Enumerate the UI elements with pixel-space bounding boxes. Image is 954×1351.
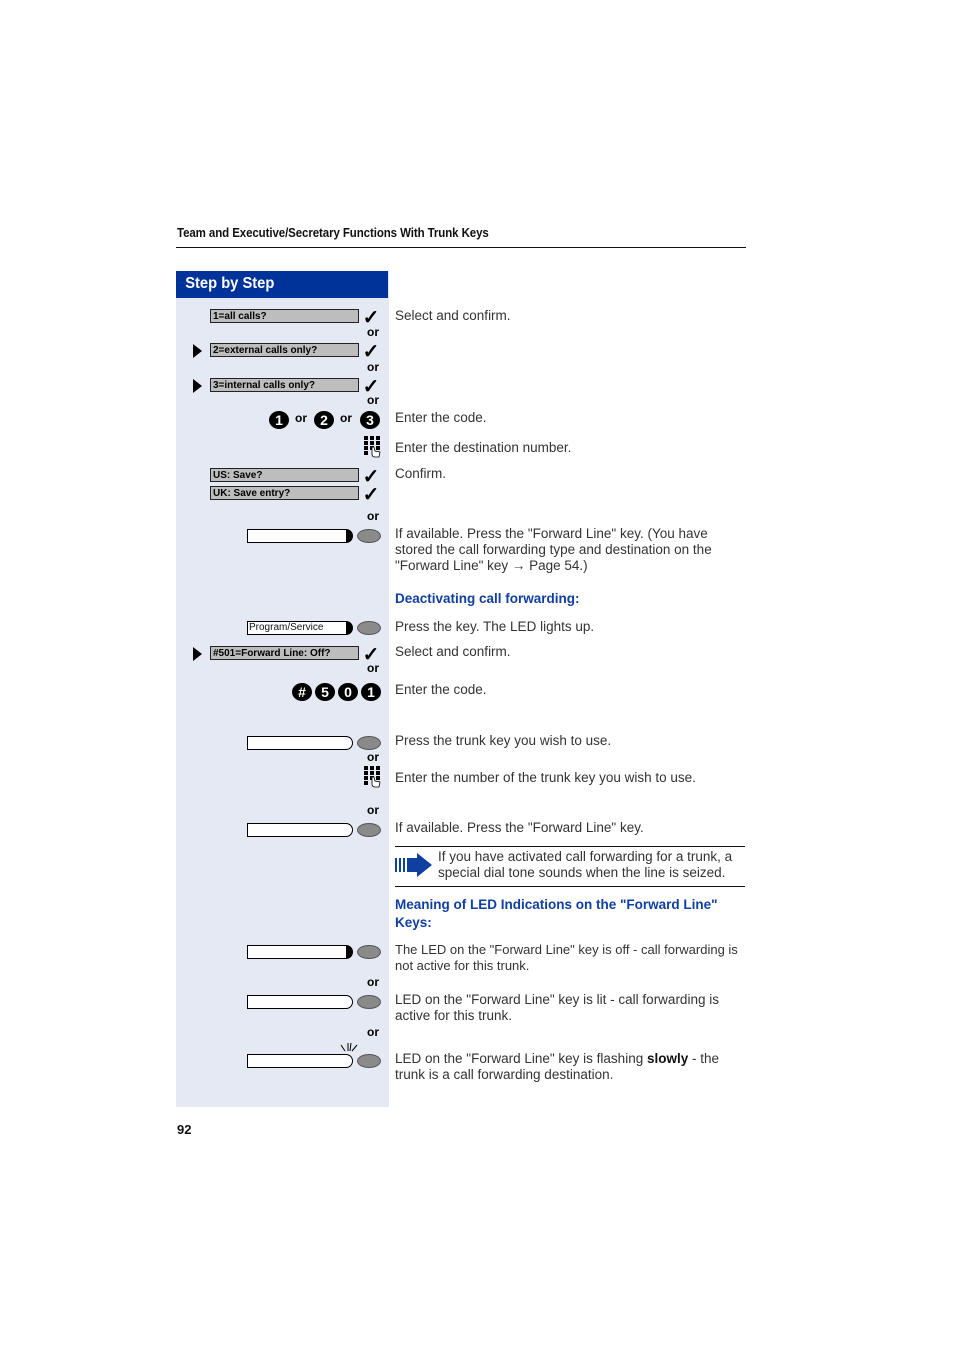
instruction-enter-code: Enter the code. bbox=[395, 410, 487, 425]
led-meaning-heading: Meaning of LED Indications on the "Forwa… bbox=[395, 897, 718, 930]
select-arrow-icon[interactable] bbox=[193, 344, 202, 358]
digit-key-2[interactable]: 2 bbox=[314, 411, 334, 429]
led-flashing-description: LED on the "Forward Line" key is flashin… bbox=[395, 1051, 747, 1083]
section-title: Team and Executive/Secretary Functions W… bbox=[177, 226, 489, 240]
or-label: or bbox=[367, 1025, 379, 1039]
note-bottom-divider bbox=[395, 886, 745, 887]
program-service-label: Program/Service bbox=[249, 622, 324, 633]
instruction-select-confirm-2: Select and confirm. bbox=[395, 644, 511, 659]
led-button-icon[interactable] bbox=[357, 945, 381, 959]
header-divider bbox=[176, 247, 746, 248]
led-flash-emphasis: slowly bbox=[646, 1051, 689, 1066]
forward-line-key[interactable] bbox=[247, 529, 347, 543]
or-label: or bbox=[367, 393, 379, 407]
led-button-icon[interactable] bbox=[357, 823, 381, 837]
instruction-confirm: Confirm. bbox=[395, 466, 447, 481]
or-label: or bbox=[295, 411, 307, 425]
led-lit-description: LED on the "Forward Line" key is lit - c… bbox=[395, 992, 719, 1023]
instruction-forward-line: If available. Press the "Forward Line" k… bbox=[395, 526, 712, 573]
led-button-icon[interactable] bbox=[357, 736, 381, 750]
program-service-key[interactable]: Program/Service bbox=[247, 621, 347, 635]
or-label: or bbox=[367, 360, 379, 374]
checkmark-icon[interactable]: ✓ bbox=[362, 308, 380, 328]
instruction-press-key: Press the key. The LED lights up. bbox=[395, 619, 595, 634]
or-label: or bbox=[340, 411, 352, 425]
note-text: If you have activated call forwarding fo… bbox=[438, 849, 733, 880]
forward-line-key-led-off[interactable] bbox=[247, 945, 347, 959]
digit-key-5[interactable]: 5 bbox=[315, 683, 335, 701]
digit-key-0[interactable]: 0 bbox=[338, 683, 358, 701]
or-label: or bbox=[367, 803, 379, 817]
step-by-step-header: Step by Step bbox=[176, 271, 388, 298]
digit-key-1[interactable]: 1 bbox=[361, 683, 381, 701]
led-flash-text: LED on the "Forward Line" key is flashin… bbox=[395, 1051, 647, 1066]
instruction-enter-code-2: Enter the code. bbox=[395, 682, 487, 697]
note-arrow-icon bbox=[395, 853, 432, 877]
instruction-press-trunk: Press the trunk key you wish to use. bbox=[395, 733, 612, 748]
hash-key[interactable]: # bbox=[292, 683, 312, 701]
checkmark-icon[interactable]: ✓ bbox=[362, 485, 380, 505]
forward-line-key-led-lit[interactable] bbox=[247, 995, 347, 1009]
display-internal-calls[interactable]: 3=internal calls only? bbox=[210, 378, 359, 392]
checkmark-icon[interactable]: ✓ bbox=[362, 342, 380, 362]
forward-line-key-led-flashing[interactable] bbox=[247, 1054, 347, 1068]
deactivating-heading: Deactivating call forwarding: bbox=[395, 591, 580, 606]
led-button-icon[interactable] bbox=[357, 995, 381, 1009]
instruction-enter-trunk-number: Enter the number of the trunk key you wi… bbox=[395, 770, 696, 785]
display-external-calls[interactable]: 2=external calls only? bbox=[210, 343, 359, 357]
instruction-select-confirm: Select and confirm. bbox=[395, 308, 511, 323]
instruction-forward-line-2: If available. Press the "Forward Line" k… bbox=[395, 820, 644, 835]
digit-key-3[interactable]: 3 bbox=[360, 411, 380, 429]
flashing-indicator-icon bbox=[340, 1043, 358, 1052]
led-off-description: The LED on the "Forward Line" key is off… bbox=[395, 942, 738, 973]
select-arrow-icon[interactable] bbox=[193, 379, 202, 393]
display-all-calls[interactable]: 1=all calls? bbox=[210, 309, 359, 323]
instruction-enter-destination: Enter the destination number. bbox=[395, 440, 572, 455]
display-us-save[interactable]: US: Save? bbox=[210, 468, 359, 482]
or-label: or bbox=[367, 975, 379, 989]
led-button-icon[interactable] bbox=[357, 529, 381, 543]
or-label: or bbox=[367, 750, 379, 764]
keypad-icon[interactable] bbox=[364, 436, 381, 458]
forward-line-key[interactable] bbox=[247, 823, 347, 837]
trunk-key[interactable] bbox=[247, 736, 347, 750]
display-uk-save[interactable]: UK: Save entry? bbox=[210, 486, 359, 500]
or-label: or bbox=[367, 509, 379, 523]
led-button-icon[interactable] bbox=[357, 1054, 381, 1068]
select-arrow-icon[interactable] bbox=[193, 647, 202, 661]
display-forward-off[interactable]: #501=Forward Line: Off? bbox=[210, 646, 359, 660]
sidebar-title: Step by Step bbox=[185, 275, 275, 292]
digit-key-1[interactable]: 1 bbox=[269, 411, 289, 429]
or-label: or bbox=[367, 661, 379, 675]
or-label: or bbox=[367, 325, 379, 339]
note-top-divider bbox=[395, 846, 745, 847]
keypad-icon[interactable] bbox=[364, 766, 381, 788]
checkmark-icon[interactable]: ✓ bbox=[362, 467, 380, 487]
page-number: 92 bbox=[177, 1122, 192, 1137]
led-button-icon[interactable] bbox=[357, 621, 381, 635]
